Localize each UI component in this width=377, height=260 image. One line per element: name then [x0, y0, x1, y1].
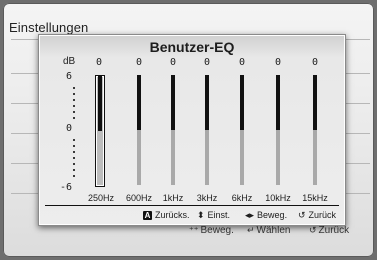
footer-divider: [45, 205, 339, 206]
band-value: 0: [203, 57, 211, 68]
settings-title: Einstellungen: [9, 20, 89, 35]
up-down-arrows-icon: ⬍: [197, 210, 205, 220]
bg-hint-back: ↺ Zurück: [309, 225, 350, 236]
band-value: 0: [274, 57, 282, 68]
band-value: 0: [311, 57, 319, 68]
user-eq-dialog: Benutzer-EQ dB 6 0 -6 0 0 0 0 0 0 0 250H…: [38, 34, 346, 226]
band-value: 0: [169, 57, 177, 68]
slider-fill: [313, 75, 317, 130]
slider-fill: [98, 76, 102, 131]
slider-fill: [137, 75, 141, 130]
slider-fill: [205, 75, 209, 130]
scale-zero-label: 0: [66, 123, 73, 134]
scale-dots-upper: [73, 87, 75, 123]
eq-slider-250hz[interactable]: [95, 75, 105, 187]
band-frequency: 3kHz: [196, 193, 218, 203]
dialog-title: Benutzer-EQ: [149, 39, 235, 55]
eq-slider-1khz[interactable]: [171, 75, 175, 185]
return-icon: ↺: [298, 210, 306, 220]
band-frequency: 10kHz: [265, 193, 291, 203]
band-value: 0: [95, 57, 103, 68]
scale-bottom-label: -6: [60, 182, 73, 193]
slider-fill: [240, 75, 244, 130]
move-arrows-icon: ⁺⁺: [189, 225, 199, 235]
bg-hint-move: ⁺⁺ Beweg.: [189, 225, 234, 236]
eq-slider-10khz[interactable]: [276, 75, 280, 185]
enter-icon: ↵: [247, 225, 255, 235]
reset-hint[interactable]: A Zurücks.: [143, 210, 190, 221]
a-button-icon: A: [143, 211, 152, 221]
eq-slider-15khz[interactable]: [313, 75, 317, 185]
band-frequency: 15kHz: [302, 193, 328, 203]
eq-slider-3khz[interactable]: [205, 75, 209, 185]
slider-fill: [276, 75, 280, 130]
adjust-hint: ⬍ Einst.: [197, 210, 231, 220]
band-value: 0: [135, 57, 143, 68]
slider-fill: [171, 75, 175, 130]
bg-hint-select: ↵ Wählen: [247, 225, 291, 236]
move-hint: ◂▸ Beweg.: [245, 210, 288, 220]
eq-slider-600hz[interactable]: [137, 75, 141, 185]
return-icon: ↺: [309, 225, 317, 235]
back-hint[interactable]: ↺ Zurück: [298, 210, 336, 221]
eq-slider-6khz[interactable]: [240, 75, 244, 185]
scale-top-label: 6: [66, 71, 73, 82]
band-frequency: 250Hz: [87, 193, 114, 203]
left-right-arrows-icon: ◂▸: [245, 210, 255, 220]
db-unit-label: dB: [63, 56, 76, 67]
scale-dots-lower: [73, 139, 75, 181]
band-value: 0: [238, 57, 246, 68]
band-frequency: 6kHz: [231, 193, 253, 203]
